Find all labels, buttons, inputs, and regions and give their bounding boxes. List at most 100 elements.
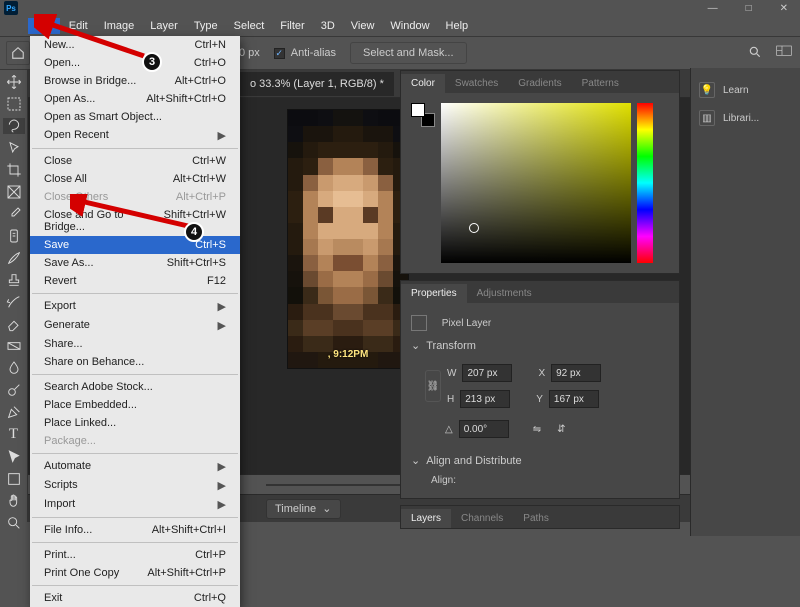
pen-tool-icon[interactable] — [3, 404, 25, 420]
menu-3d[interactable]: 3D — [314, 18, 342, 34]
menu-item-share[interactable]: Share... — [30, 335, 240, 353]
menu-item-search-adobe-stock[interactable]: Search Adobe Stock... — [30, 378, 240, 396]
menu-item-share-on-behance[interactable]: Share on Behance... — [30, 353, 240, 371]
menu-item-revert[interactable]: RevertF12 — [30, 272, 240, 290]
menu-help[interactable]: Help — [439, 18, 476, 34]
chevron-down-icon[interactable]: ⌄ — [411, 454, 420, 467]
menu-item-new[interactable]: New...Ctrl+N — [30, 36, 240, 54]
menu-item-print-one-copy[interactable]: Print One CopyAlt+Shift+Ctrl+P — [30, 564, 240, 582]
marquee-tool-icon[interactable] — [3, 96, 25, 112]
blur-tool-icon[interactable] — [3, 360, 25, 376]
move-tool-icon[interactable] — [3, 74, 25, 90]
tab-layers[interactable]: Layers — [401, 509, 451, 528]
menu-item-automate[interactable]: Automate▶ — [30, 457, 240, 476]
menu-item-close[interactable]: CloseCtrl+W — [30, 152, 240, 170]
tab-paths[interactable]: Paths — [513, 509, 559, 528]
path-select-tool-icon[interactable] — [3, 449, 25, 465]
x-input[interactable] — [551, 364, 601, 382]
menu-item-import[interactable]: Import▶ — [30, 495, 240, 514]
window-close-button[interactable]: ✕ — [780, 3, 788, 14]
flip-h-icon[interactable]: ⇋ — [533, 424, 541, 435]
anti-alias-checkbox[interactable]: ✓ — [274, 48, 285, 59]
menu-separator — [32, 453, 238, 454]
menu-item-file-info[interactable]: File Info...Alt+Shift+Ctrl+I — [30, 521, 240, 539]
menu-item-generate[interactable]: Generate▶ — [30, 316, 240, 335]
link-wh-icon[interactable]: ⛓ — [425, 370, 441, 402]
hue-slider[interactable] — [637, 103, 653, 263]
brush-tool-icon[interactable] — [3, 250, 25, 266]
color-picker-field[interactable] — [441, 103, 631, 263]
menu-select[interactable]: Select — [227, 18, 272, 34]
document-tab[interactable]: o 33.3% (Layer 1, RGB/8) * — [240, 72, 394, 96]
quick-select-tool-icon[interactable] — [3, 140, 25, 156]
healing-tool-icon[interactable] — [3, 228, 25, 244]
menu-window[interactable]: Window — [383, 18, 436, 34]
tab-gradients[interactable]: Gradients — [508, 74, 571, 93]
canvas[interactable]: , 9:12PM — [288, 110, 408, 368]
tab-color[interactable]: Color — [401, 74, 445, 93]
gradient-tool-icon[interactable] — [3, 338, 25, 354]
hand-tool-icon[interactable] — [3, 493, 25, 509]
window-minimize-button[interactable]: — — [708, 3, 718, 14]
angle-input[interactable] — [459, 420, 509, 438]
menu-item-scripts[interactable]: Scripts▶ — [30, 476, 240, 495]
menu-item-place-embedded[interactable]: Place Embedded... — [30, 396, 240, 414]
tab-channels[interactable]: Channels — [451, 509, 513, 528]
tab-adjustments[interactable]: Adjustments — [467, 284, 542, 303]
search-icon[interactable] — [748, 45, 762, 62]
window-maximize-button[interactable]: □ — [746, 3, 752, 14]
dodge-tool-icon[interactable] — [3, 382, 25, 398]
menu-separator — [32, 374, 238, 375]
menu-item-open[interactable]: Open...Ctrl+O — [30, 54, 240, 72]
learn-panel-button[interactable]: 💡Learn — [691, 76, 800, 104]
menu-item-export[interactable]: Export▶ — [30, 297, 240, 316]
menu-item-place-linked[interactable]: Place Linked... — [30, 414, 240, 432]
tab-properties[interactable]: Properties — [401, 284, 467, 303]
eyedropper-tool-icon[interactable] — [3, 206, 25, 222]
menu-type[interactable]: Type — [187, 18, 225, 34]
menu-item-save[interactable]: SaveCtrl+S — [30, 236, 240, 254]
menu-file[interactable]: File — [28, 18, 60, 34]
timeline-dropdown[interactable]: Timeline ⌄ — [266, 499, 341, 519]
color-picker-handle[interactable] — [469, 223, 479, 233]
properties-panel: Properties Adjustments Pixel Layer ⌄Tran… — [400, 280, 680, 499]
type-tool-icon[interactable]: T — [3, 426, 25, 443]
height-input[interactable] — [460, 390, 510, 408]
chevron-down-icon[interactable]: ⌄ — [411, 339, 420, 352]
eraser-tool-icon[interactable] — [3, 316, 25, 332]
menu-item-open-as[interactable]: Open As...Alt+Shift+Ctrl+O — [30, 90, 240, 108]
lasso-tool-icon[interactable] — [3, 118, 25, 134]
flip-v-icon[interactable]: ⇵ — [557, 424, 565, 435]
menu-item-open-recent[interactable]: Open Recent▶ — [30, 126, 240, 145]
menu-item-exit[interactable]: ExitCtrl+Q — [30, 589, 240, 607]
menu-layer[interactable]: Layer — [143, 18, 185, 34]
frame-tool-icon[interactable] — [3, 184, 25, 200]
y-input[interactable] — [549, 390, 599, 408]
tab-patterns[interactable]: Patterns — [572, 74, 629, 93]
home-icon[interactable] — [6, 41, 30, 65]
menu-item-browse-in-bridge[interactable]: Browse in Bridge...Alt+Ctrl+O — [30, 72, 240, 90]
history-brush-tool-icon[interactable] — [3, 294, 25, 310]
shape-tool-icon[interactable] — [3, 471, 25, 487]
menu-item-save-as[interactable]: Save As...Shift+Ctrl+S — [30, 254, 240, 272]
menu-item-close-and-go-to-bridge[interactable]: Close and Go to Bridge...Shift+Ctrl+W — [30, 206, 240, 236]
menu-filter[interactable]: Filter — [273, 18, 311, 34]
zoom-tool-icon[interactable] — [3, 515, 25, 531]
workspace-icon[interactable] — [776, 45, 792, 62]
fg-bg-color-swatches[interactable] — [411, 103, 435, 127]
menu-item-print[interactable]: Print...Ctrl+P — [30, 546, 240, 564]
menu-separator — [32, 293, 238, 294]
menu-item-close-all[interactable]: Close AllAlt+Ctrl+W — [30, 170, 240, 188]
menu-item-open-as-smart-object[interactable]: Open as Smart Object... — [30, 108, 240, 126]
menu-edit[interactable]: Edit — [62, 18, 95, 34]
select-and-mask-button[interactable]: Select and Mask... — [350, 42, 467, 64]
menu-image[interactable]: Image — [97, 18, 142, 34]
crop-tool-icon[interactable] — [3, 162, 25, 178]
width-input[interactable] — [462, 364, 512, 382]
libraries-panel-button[interactable]: ▥Librari... — [691, 104, 800, 132]
tab-swatches[interactable]: Swatches — [445, 74, 508, 93]
menu-item-label: Open... — [44, 57, 80, 69]
submenu-arrow-icon: ▶ — [218, 479, 226, 492]
menu-view[interactable]: View — [344, 18, 382, 34]
stamp-tool-icon[interactable] — [3, 272, 25, 288]
